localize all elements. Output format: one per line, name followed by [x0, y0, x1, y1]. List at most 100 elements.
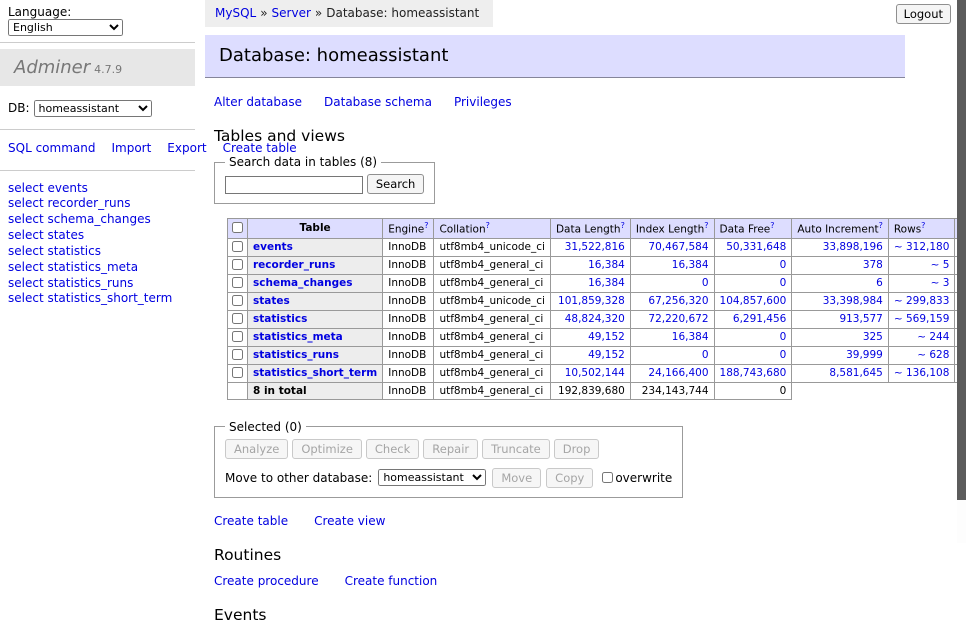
data-free-link[interactable]: 0: [780, 277, 787, 289]
db-link-2[interactable]: Privileges: [454, 95, 512, 109]
help-icon[interactable]: ?: [770, 221, 774, 230]
data-free-link[interactable]: 0: [780, 349, 787, 361]
auto-increment-link[interactable]: 39,999: [846, 349, 883, 361]
rows-link[interactable]: ~ 569,159: [894, 313, 950, 325]
table-name-link[interactable]: schema_changes: [253, 277, 353, 289]
auto-increment-link[interactable]: 913,577: [839, 313, 882, 325]
data-length-link[interactable]: 49,152: [588, 331, 625, 343]
search-button[interactable]: Search: [367, 174, 425, 194]
table-name-link[interactable]: events: [253, 241, 293, 253]
breadcrumb-link[interactable]: Server: [272, 6, 311, 20]
engine-cell: InnoDB: [383, 310, 434, 328]
sidebar-action-1[interactable]: Import: [111, 141, 151, 155]
repair-button[interactable]: Repair: [423, 439, 478, 459]
data-free-link[interactable]: 0: [780, 259, 787, 271]
copy-button[interactable]: Copy: [546, 468, 593, 488]
optimize-button[interactable]: Optimize: [292, 439, 362, 459]
scrollbar-thumb[interactable]: [957, 0, 966, 500]
sidebar-select-link-4[interactable]: select statistics: [8, 244, 187, 260]
row-checkbox[interactable]: [232, 295, 243, 306]
row-checkbox[interactable]: [232, 241, 243, 252]
create-link-0[interactable]: Create table: [214, 514, 288, 528]
auto-increment-link[interactable]: 325: [863, 331, 883, 343]
index-length-link[interactable]: 72,220,672: [648, 313, 708, 325]
index-length-link[interactable]: 0: [702, 277, 709, 289]
sidebar-select-link-6[interactable]: select statistics_runs: [8, 276, 187, 292]
rows-link[interactable]: ~ 3: [931, 277, 950, 289]
index-length-link[interactable]: 67,256,320: [648, 295, 708, 307]
help-icon[interactable]: ?: [486, 221, 490, 230]
rows-link[interactable]: ~ 299,833: [894, 295, 950, 307]
check-button[interactable]: Check: [366, 439, 419, 459]
row-checkbox[interactable]: [232, 259, 243, 270]
language-select[interactable]: English: [8, 19, 123, 36]
auto-increment-link[interactable]: 378: [863, 259, 883, 271]
auto-increment-link[interactable]: 33,398,984: [823, 295, 883, 307]
table-name-link[interactable]: states: [253, 295, 290, 307]
rows-link[interactable]: ~ 136,108: [894, 367, 950, 379]
sidebar-action-0[interactable]: SQL command: [8, 141, 95, 155]
help-icon[interactable]: ?: [921, 221, 925, 230]
data-free-link[interactable]: 50,331,648: [726, 241, 786, 253]
index-length-link[interactable]: 70,467,584: [648, 241, 708, 253]
routine-link-0[interactable]: Create procedure: [214, 574, 319, 588]
search-input[interactable]: [225, 176, 363, 194]
analyze-button[interactable]: Analyze: [225, 439, 288, 459]
table-name-link[interactable]: statistics: [253, 313, 307, 325]
overwrite-checkbox[interactable]: [602, 472, 613, 483]
auto-increment-link[interactable]: 33,898,196: [823, 241, 883, 253]
sidebar-select-link-0[interactable]: select events: [8, 181, 187, 197]
db-select[interactable]: homeassistant: [34, 100, 152, 117]
data-free-link[interactable]: 104,857,600: [720, 295, 787, 307]
table-name-link[interactable]: statistics_meta: [253, 331, 343, 343]
row-checkbox[interactable]: [232, 277, 243, 288]
rows-link[interactable]: ~ 5: [931, 259, 950, 271]
data-length-link[interactable]: 101,859,328: [558, 295, 625, 307]
data-length-link[interactable]: 31,522,816: [565, 241, 625, 253]
sidebar-select-link-2[interactable]: select schema_changes: [8, 212, 187, 228]
create-link-1[interactable]: Create view: [314, 514, 385, 528]
select-all-checkbox[interactable]: [232, 222, 243, 233]
auto-increment-link[interactable]: 8,581,645: [829, 367, 882, 379]
data-length-link[interactable]: 48,824,320: [565, 313, 625, 325]
index-length-link[interactable]: 16,384: [672, 331, 709, 343]
row-checkbox[interactable]: [232, 313, 243, 324]
help-icon[interactable]: ?: [879, 221, 883, 230]
data-length-link[interactable]: 16,384: [588, 277, 625, 289]
help-icon[interactable]: ?: [424, 221, 428, 230]
index-length-link[interactable]: 16,384: [672, 259, 709, 271]
row-checkbox[interactable]: [232, 367, 243, 378]
data-length-link[interactable]: 49,152: [588, 349, 625, 361]
breadcrumb-link[interactable]: MySQL: [215, 6, 256, 20]
sidebar-action-2[interactable]: Export: [167, 141, 206, 155]
index-length-link[interactable]: 0: [702, 349, 709, 361]
truncate-button[interactable]: Truncate: [482, 439, 550, 459]
sidebar-select-link-3[interactable]: select states: [8, 228, 187, 244]
sidebar-select-link-1[interactable]: select recorder_runs: [8, 196, 187, 212]
data-length-link[interactable]: 16,384: [588, 259, 625, 271]
data-free-link[interactable]: 188,743,680: [720, 367, 787, 379]
rows-link[interactable]: ~ 312,180: [894, 241, 950, 253]
help-icon[interactable]: ?: [621, 221, 625, 230]
db-link-1[interactable]: Database schema: [324, 95, 432, 109]
rows-link[interactable]: ~ 244: [917, 331, 949, 343]
table-name-link[interactable]: statistics_short_term: [253, 367, 377, 379]
data-free-link[interactable]: 0: [780, 331, 787, 343]
db-link-0[interactable]: Alter database: [214, 95, 302, 109]
table-name-link[interactable]: statistics_runs: [253, 349, 339, 361]
rows-link[interactable]: ~ 628: [917, 349, 949, 361]
routine-link-1[interactable]: Create function: [345, 574, 438, 588]
move-button[interactable]: Move: [492, 468, 541, 488]
help-icon[interactable]: ?: [704, 221, 708, 230]
sidebar-select-link-5[interactable]: select statistics_meta: [8, 260, 187, 276]
drop-button[interactable]: Drop: [554, 439, 600, 459]
move-db-select[interactable]: homeassistant: [378, 469, 486, 486]
row-checkbox[interactable]: [232, 349, 243, 360]
table-name-link[interactable]: recorder_runs: [253, 259, 335, 271]
auto-increment-link[interactable]: 6: [876, 277, 883, 289]
data-free-link[interactable]: 6,291,456: [733, 313, 786, 325]
sidebar-select-link-7[interactable]: select statistics_short_term: [8, 291, 187, 307]
data-length-link[interactable]: 10,502,144: [565, 367, 625, 379]
index-length-link[interactable]: 24,166,400: [648, 367, 708, 379]
row-checkbox[interactable]: [232, 331, 243, 342]
